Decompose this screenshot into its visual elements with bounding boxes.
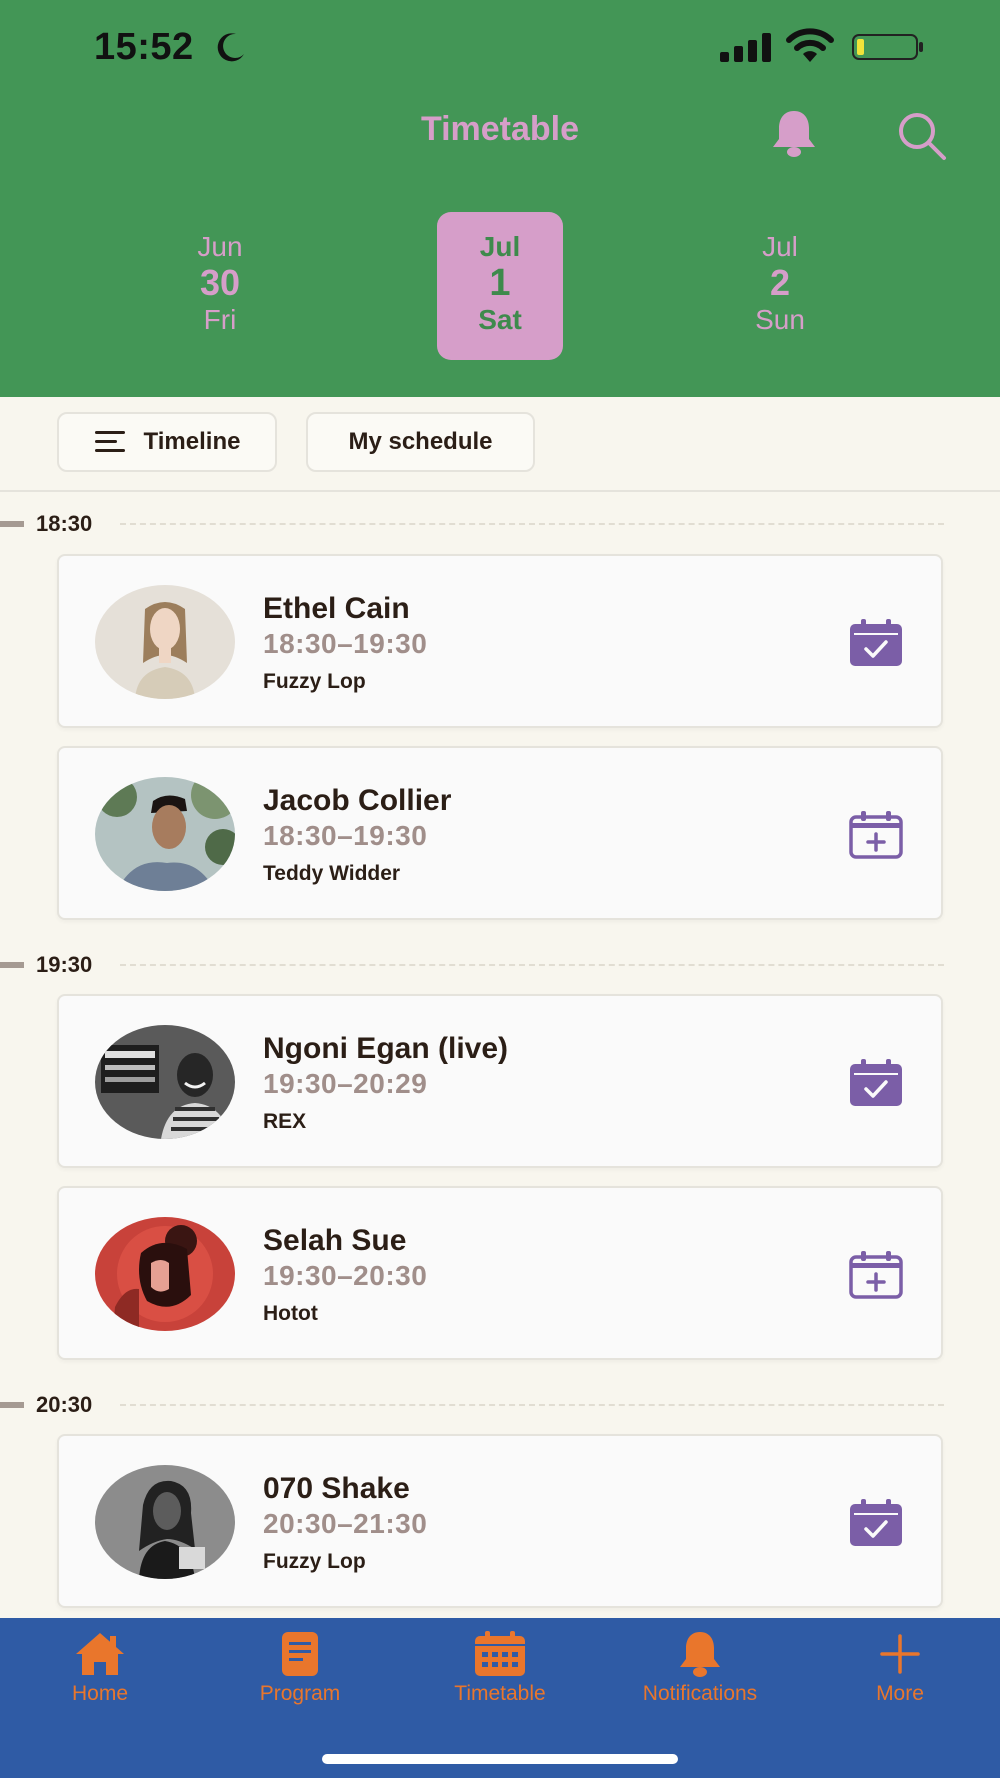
day-weekday: Fri bbox=[203, 304, 237, 335]
home-icon bbox=[76, 1633, 124, 1675]
time-slot-label: 19:30 bbox=[36, 952, 93, 977]
tab-notifications[interactable]: Notifications bbox=[620, 1630, 780, 1730]
status-time: 15:52 bbox=[94, 26, 194, 68]
day-jul-1-selected[interactable]: Jul 1 Sat bbox=[437, 212, 563, 360]
act-time: 20:30–21:30 bbox=[263, 1508, 428, 1539]
act-time: 18:30–19:30 bbox=[263, 628, 428, 659]
page-title: Timetable bbox=[420, 110, 580, 148]
time-tick bbox=[0, 1402, 24, 1408]
act-name: Jacob Collier bbox=[263, 784, 452, 817]
list-icon bbox=[94, 431, 125, 452]
tab-timetable-label: Timetable bbox=[454, 1682, 546, 1705]
time-slot-2030: 20:30 bbox=[0, 1390, 1000, 1420]
day-number: 2 bbox=[769, 262, 791, 303]
time-tick bbox=[0, 962, 24, 968]
act-card-ethel-cain[interactable]: Ethel Cain 18:30–19:30 Fuzzy Lop bbox=[57, 554, 943, 728]
home-indicator bbox=[322, 1754, 678, 1764]
calendar-add-icon[interactable] bbox=[848, 1250, 904, 1300]
tab-home[interactable]: Home bbox=[20, 1630, 180, 1730]
time-slot-1930: 19:30 bbox=[0, 950, 1000, 980]
search-icon[interactable] bbox=[896, 110, 948, 162]
calendar-check-icon[interactable] bbox=[848, 1058, 904, 1108]
time-slot-label: 20:30 bbox=[36, 1392, 93, 1417]
my-schedule-tab-label: My schedule bbox=[348, 428, 493, 455]
act-stage: Teddy Widder bbox=[263, 862, 401, 885]
act-stage: Fuzzy Lop bbox=[263, 1550, 366, 1573]
time-slot-label: 18:30 bbox=[36, 511, 93, 536]
act-stage: Fuzzy Lop bbox=[263, 670, 366, 693]
day-weekday: Sat bbox=[478, 304, 522, 335]
time-slot-line bbox=[120, 964, 944, 966]
my-schedule-tab[interactable]: My schedule bbox=[306, 412, 535, 472]
day-month: Jul bbox=[479, 231, 521, 262]
calendar-icon bbox=[475, 1631, 525, 1676]
avatar bbox=[95, 777, 235, 891]
program-icon bbox=[282, 1632, 318, 1676]
day-jul-2[interactable]: Jul 2 Sun bbox=[717, 212, 843, 360]
avatar bbox=[95, 1465, 235, 1579]
tab-more-label: More bbox=[876, 1682, 924, 1705]
time-tick bbox=[0, 521, 24, 527]
time-slot-line bbox=[120, 523, 944, 525]
avatar bbox=[95, 1217, 235, 1331]
tab-bar: Home Program Timetable Notifications Mor… bbox=[0, 1618, 1000, 1778]
act-stage: Hotot bbox=[263, 1302, 318, 1325]
act-card-selah-sue[interactable]: Selah Sue 19:30–20:30 Hotot bbox=[57, 1186, 943, 1360]
status-bar: 15:52 bbox=[0, 22, 1000, 74]
day-weekday: Sun bbox=[755, 304, 805, 335]
act-name: Selah Sue bbox=[263, 1224, 407, 1257]
moon-icon bbox=[217, 33, 244, 62]
timeline-tab-label: Timeline bbox=[143, 428, 241, 455]
act-card-070-shake[interactable]: 070 Shake 20:30–21:30 Fuzzy Lop bbox=[57, 1434, 943, 1608]
day-number: 30 bbox=[199, 262, 241, 303]
tab-program[interactable]: Program bbox=[220, 1630, 380, 1730]
act-time: 18:30–19:30 bbox=[263, 820, 428, 851]
day-month: Jul bbox=[762, 231, 798, 262]
act-name: Ethel Cain bbox=[263, 592, 410, 625]
divider bbox=[0, 490, 1000, 492]
header: 15:52 Timetable Jun 30 Fri Jul 1 Sat Jul… bbox=[0, 0, 1000, 397]
act-name: 070 Shake bbox=[263, 1472, 410, 1505]
act-time: 19:30–20:30 bbox=[263, 1260, 428, 1291]
wifi-icon bbox=[786, 28, 834, 62]
calendar-add-icon[interactable] bbox=[848, 810, 904, 860]
timeline-tab[interactable]: Timeline bbox=[57, 412, 277, 472]
tab-more[interactable]: More bbox=[820, 1630, 980, 1730]
battery-icon bbox=[852, 34, 923, 60]
calendar-check-icon[interactable] bbox=[848, 618, 904, 668]
act-card-jacob-collier[interactable]: Jacob Collier 18:30–19:30 Teddy Widder bbox=[57, 746, 943, 920]
calendar-check-icon[interactable] bbox=[848, 1498, 904, 1548]
time-slot-line bbox=[120, 1404, 944, 1406]
tab-home-label: Home bbox=[71, 1682, 129, 1705]
signal-icon bbox=[720, 33, 771, 62]
tab-notifications-label: Notifications bbox=[642, 1682, 758, 1705]
act-time: 19:30–20:29 bbox=[263, 1068, 428, 1099]
avatar bbox=[95, 585, 235, 699]
avatar bbox=[95, 1025, 235, 1139]
act-name: Ngoni Egan (live) bbox=[263, 1032, 509, 1065]
day-jun-30[interactable]: Jun 30 Fri bbox=[157, 212, 283, 360]
time-slot-1830: 18:30 bbox=[0, 509, 1000, 539]
view-tabs: Timeline My schedule bbox=[0, 412, 1000, 492]
act-card-ngoni-egan[interactable]: Ngoni Egan (live) 19:30–20:29 REX bbox=[57, 994, 943, 1168]
tab-timetable[interactable]: Timetable bbox=[420, 1630, 580, 1730]
act-stage: REX bbox=[263, 1110, 307, 1133]
bell-icon[interactable] bbox=[768, 108, 820, 158]
bell-icon bbox=[680, 1632, 720, 1677]
day-month: Jun bbox=[197, 231, 243, 262]
tab-program-label: Program bbox=[259, 1682, 341, 1705]
plus-icon bbox=[880, 1634, 920, 1674]
day-number: 1 bbox=[489, 262, 511, 304]
